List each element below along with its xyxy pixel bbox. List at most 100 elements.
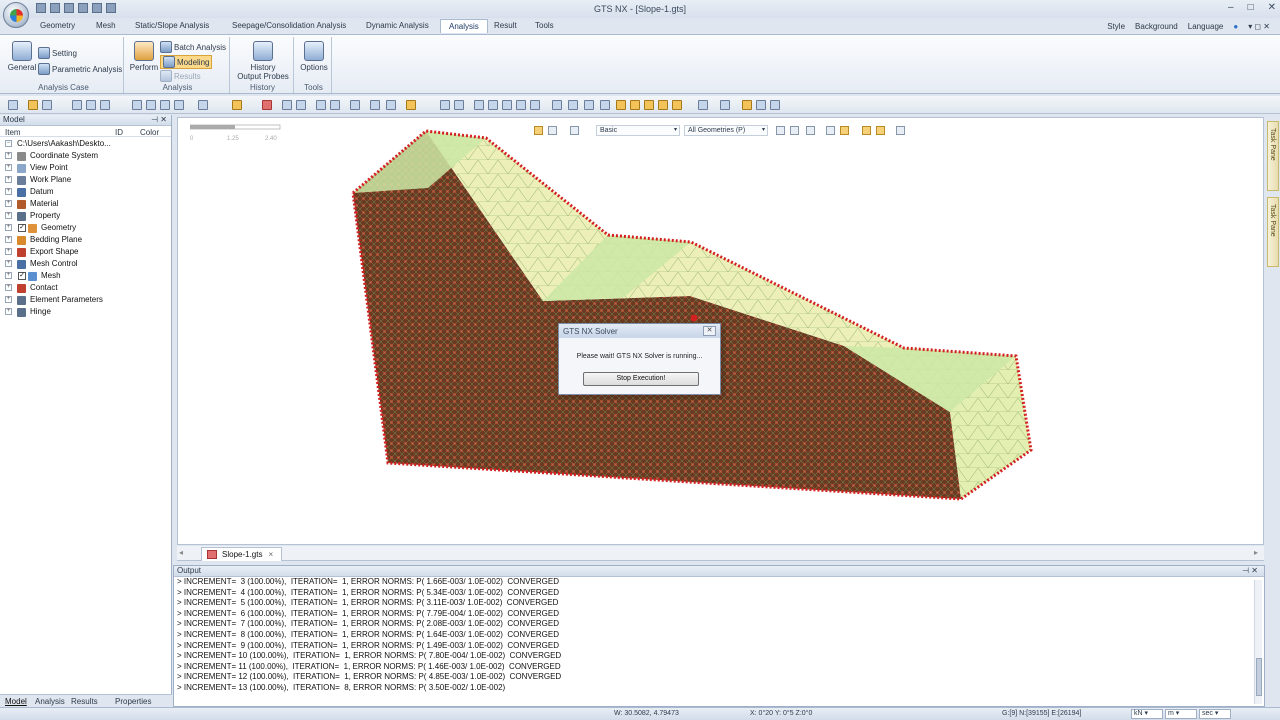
pick-icon[interactable] (42, 100, 52, 110)
layer-icon[interactable] (198, 100, 208, 110)
expand-icon[interactable]: + (5, 296, 12, 303)
move-icon[interactable] (282, 100, 292, 110)
view-back-icon[interactable] (630, 100, 640, 110)
column-id[interactable]: ID (115, 128, 123, 137)
document-tab[interactable]: Slope-1.gts × (201, 547, 283, 561)
node-icon[interactable] (160, 100, 170, 110)
tree-item-geometry[interactable]: + ✓ Geometry (0, 222, 171, 234)
pan-icon[interactable] (530, 100, 540, 110)
axis-z-icon[interactable] (600, 100, 610, 110)
view-right-icon[interactable] (658, 100, 668, 110)
force-unit-dropdown[interactable]: kN ▾ (1131, 709, 1163, 719)
expand-icon[interactable]: + (5, 200, 12, 207)
expand-icon[interactable]: + (5, 164, 12, 171)
select-icon[interactable] (28, 100, 38, 110)
tab-tools[interactable]: Tools (535, 21, 554, 30)
save-icon[interactable] (64, 3, 74, 13)
expand-icon[interactable]: + (5, 176, 12, 183)
display-mode-icon[interactable] (720, 100, 730, 110)
tree-item-coordinate-system[interactable]: + Coordinate System (0, 150, 171, 162)
hash-icon[interactable] (232, 100, 242, 110)
tree-root[interactable]: − C:\Users\Aakash\Deskto... (0, 138, 171, 150)
tab-close-icon[interactable]: × (268, 550, 273, 559)
pin-icon[interactable]: ⊣ ✕ (151, 115, 167, 124)
tab-dynamic-analysis[interactable]: Dynamic Analysis (366, 21, 429, 30)
pointer-icon[interactable] (8, 100, 18, 110)
language-menu[interactable]: Language (1188, 22, 1224, 31)
view-iso-icon[interactable] (698, 100, 708, 110)
zoom-all-icon[interactable] (488, 100, 498, 110)
expand-icon[interactable]: + (5, 212, 12, 219)
tab-static-slope-analysis[interactable]: Static/Slope Analysis (135, 21, 209, 30)
tab-properties[interactable]: Properties (115, 697, 151, 706)
check-icon[interactable] (386, 100, 396, 110)
application-menu-button[interactable] (3, 2, 29, 28)
ribbon-options-icon[interactable]: ▾ ◻ ✕ (1248, 22, 1270, 31)
tree-item-hinge[interactable]: + Hinge (0, 306, 171, 318)
expand-icon[interactable]: + (5, 308, 12, 315)
expand-icon[interactable]: + (5, 224, 12, 231)
close-icon[interactable]: ✕ (1268, 2, 1276, 13)
deselect-icon[interactable] (100, 100, 110, 110)
tree-item-view-point[interactable]: + View Point (0, 162, 171, 174)
grid-icon[interactable] (132, 100, 142, 110)
expand-icon[interactable]: + (5, 260, 12, 267)
output-scrollbar[interactable] (1254, 580, 1262, 704)
new-icon[interactable] (36, 3, 46, 13)
tab-geometry[interactable]: Geometry (40, 21, 75, 30)
expand-icon[interactable]: + (5, 284, 12, 291)
expand-icon[interactable]: + (5, 152, 12, 159)
collapse-icon[interactable]: − (5, 140, 12, 147)
general-button[interactable]: General (6, 41, 38, 72)
setting-button[interactable]: Setting (38, 47, 77, 59)
tree-item-mesh[interactable]: + ✓ Mesh (0, 270, 171, 282)
modeling-button[interactable]: Modeling (160, 55, 213, 69)
visibility-checkbox[interactable]: ✓ (18, 224, 26, 232)
history-output-probes-button[interactable]: History Output Probes (234, 41, 292, 81)
box-select-icon[interactable] (72, 100, 82, 110)
expand-icon[interactable]: + (5, 236, 12, 243)
view-top-icon[interactable] (672, 100, 682, 110)
pin-icon[interactable]: ⊣ ✕ (1242, 566, 1258, 575)
column-item[interactable]: Item (5, 128, 21, 137)
rotate-icon[interactable] (296, 100, 306, 110)
folder-icon[interactable] (78, 3, 88, 13)
snap-icon[interactable] (146, 100, 156, 110)
book-icon[interactable] (262, 100, 272, 110)
stop-execution-button[interactable]: Stop Execution! (583, 372, 699, 386)
tab-seepage-consolidation-analysis[interactable]: Seepage/Consolidation Analysis (232, 21, 346, 30)
element-icon[interactable] (174, 100, 184, 110)
minimize-icon[interactable]: – (1228, 2, 1234, 13)
visibility-checkbox[interactable]: ✓ (18, 272, 26, 280)
measure-icon[interactable] (370, 100, 380, 110)
view-left-icon[interactable] (644, 100, 654, 110)
wireframe-icon[interactable] (756, 100, 766, 110)
task-pane-tab[interactable]: Task Pane (1267, 121, 1279, 191)
scale-icon[interactable] (330, 100, 340, 110)
background-menu[interactable]: Background (1135, 22, 1178, 31)
maximize-icon[interactable]: □ (1248, 2, 1254, 13)
grid-view-icon[interactable] (552, 100, 562, 110)
tree-item-export-shape[interactable]: + Export Shape (0, 246, 171, 258)
tree-item-mesh-control[interactable]: + Mesh Control (0, 258, 171, 270)
tab-analysis[interactable]: Analysis (440, 19, 488, 33)
style-menu[interactable]: Style (1107, 22, 1125, 31)
axis-y-icon[interactable] (584, 100, 594, 110)
length-unit-dropdown[interactable]: m ▾ (1165, 709, 1197, 719)
scroll-right-icon[interactable]: ▸ (1254, 548, 1258, 557)
expand-icon[interactable]: + (5, 248, 12, 255)
tree-item-contact[interactable]: + Contact (0, 282, 171, 294)
redo-icon[interactable] (106, 3, 116, 13)
rotate-view-icon[interactable] (502, 100, 512, 110)
tree-item-element-parameters[interactable]: + Element Parameters (0, 294, 171, 306)
expand-icon[interactable]: + (5, 188, 12, 195)
tab-analysis-panel[interactable]: Analysis (35, 697, 65, 706)
query-icon[interactable] (350, 100, 360, 110)
tree-item-bedding-plane[interactable]: + Bedding Plane (0, 234, 171, 246)
tree-item-datum[interactable]: + Datum (0, 186, 171, 198)
expand-icon[interactable]: + (5, 272, 12, 279)
undo-icon[interactable] (92, 3, 102, 13)
open-icon[interactable] (50, 3, 60, 13)
scroll-thumb[interactable] (1256, 658, 1262, 696)
zoom-icon[interactable] (440, 100, 450, 110)
